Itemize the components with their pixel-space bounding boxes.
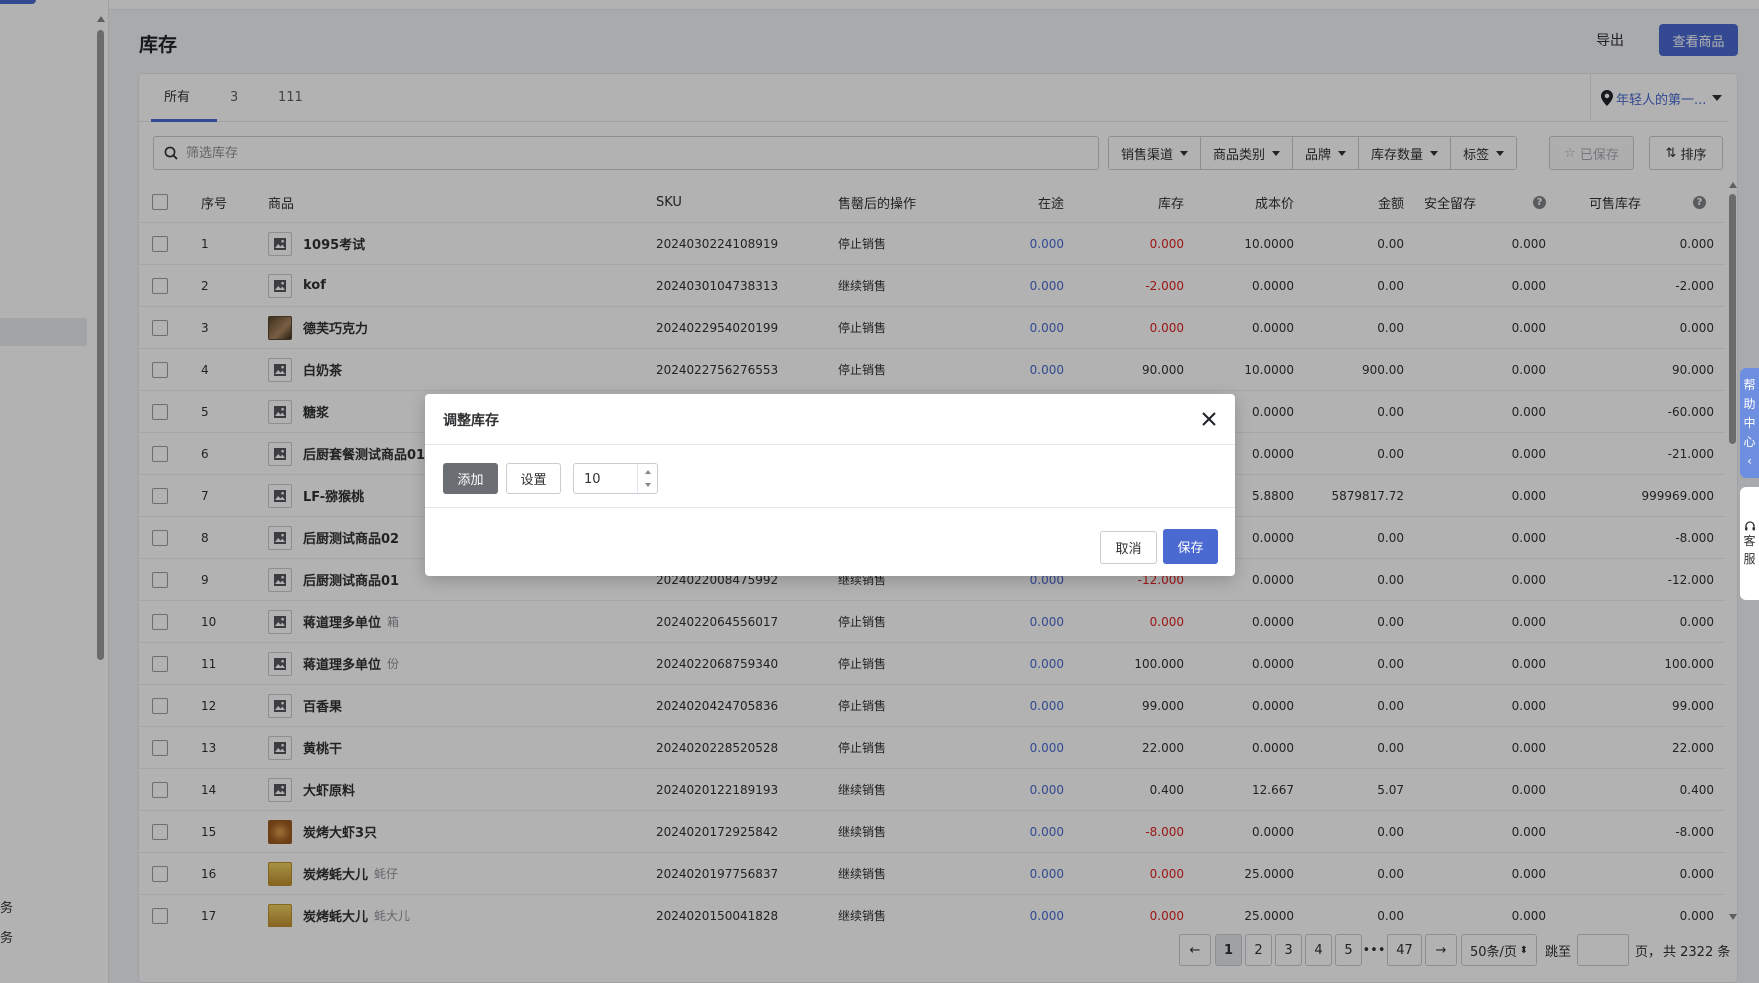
save-button[interactable]: 保存 [1163, 529, 1218, 564]
decrement-icon[interactable] [645, 483, 651, 487]
cancel-button[interactable]: 取消 [1100, 531, 1157, 564]
help-center-char: 助 [1743, 396, 1756, 411]
stepper-controls [637, 464, 658, 493]
help-center-tab[interactable]: 帮 助 中 心 ‹ [1740, 368, 1759, 478]
help-center-char: 中 [1743, 415, 1756, 430]
quantity-input[interactable] [584, 470, 639, 488]
help-center-char: 帮 [1743, 377, 1756, 392]
quantity-stepper[interactable] [573, 463, 658, 494]
help-center-char: 心 [1743, 434, 1756, 449]
dialog-title: 调整库存 [443, 413, 499, 429]
close-icon[interactable] [1198, 408, 1220, 430]
add-mode-button[interactable]: 添加 [443, 463, 498, 494]
increment-icon[interactable] [645, 470, 651, 474]
adjust-stock-dialog: 调整库存 添加 设置 取消 保存 [425, 394, 1235, 576]
service-char: 服 [1743, 551, 1756, 566]
service-char: 客 [1743, 533, 1756, 548]
chevron-left-icon: ‹ [1747, 453, 1752, 468]
customer-service-tab[interactable]: 客 服 [1740, 487, 1759, 600]
set-mode-button[interactable]: 设置 [506, 463, 561, 494]
dialog-body: 添加 设置 [425, 445, 1235, 508]
headset-icon [1744, 520, 1755, 530]
dialog-header: 调整库存 [425, 394, 1235, 445]
